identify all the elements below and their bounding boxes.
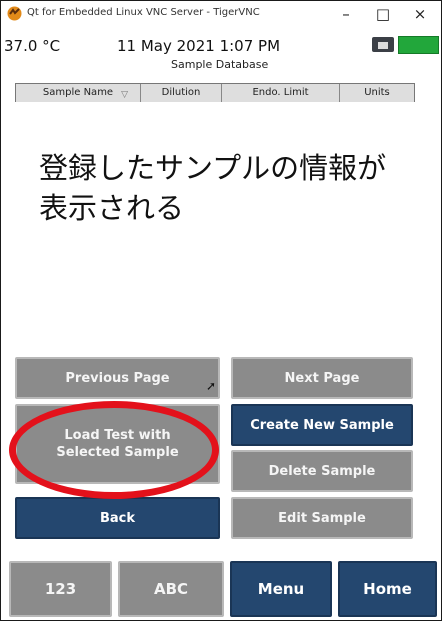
home-button[interactable]: Home [338, 561, 437, 617]
tigervnc-app-icon [7, 6, 22, 21]
back-button[interactable]: Back [15, 497, 220, 539]
column-header-units[interactable]: Units [340, 84, 414, 102]
column-header-endo-limit[interactable]: Endo. Limit [222, 84, 340, 102]
date-time: 11 May 2021 1:07 PM [117, 37, 281, 55]
column-label: Sample Name [42, 87, 114, 98]
edit-sample-button[interactable]: Edit Sample [231, 497, 413, 539]
alpha-keypad-button[interactable]: ABC [118, 561, 224, 617]
highlight-ellipse [9, 401, 219, 499]
close-button[interactable]: × [409, 4, 431, 24]
window-titlebar: Qt for Embedded Linux VNC Server - Tiger… [1, 1, 441, 27]
screen-title: Sample Database [171, 58, 269, 71]
annotation-line-2: 表示される [39, 191, 185, 225]
column-header-sample-name[interactable]: Sample Name ▽ [16, 84, 141, 102]
next-page-button[interactable]: Next Page [231, 357, 413, 399]
vnc-window: Qt for Embedded Linux VNC Server - Tiger… [0, 0, 442, 621]
menu-button[interactable]: Menu [230, 561, 332, 617]
temperature-readout: 37.0 °C [4, 37, 61, 55]
column-header-dilution[interactable]: Dilution [141, 84, 222, 102]
previous-page-button[interactable]: Previous Page [15, 357, 220, 399]
delete-sample-button[interactable]: Delete Sample [231, 450, 413, 492]
mouse-cursor-icon: ➚ [206, 379, 217, 393]
annotation-text: 登録したサンプルの情報が 表示される [39, 148, 386, 228]
window-title: Qt for Embedded Linux VNC Server - Tiger… [27, 7, 260, 18]
status-bar: 37.0 °C 11 May 2021 1:07 PM Sample Datab… [1, 29, 441, 77]
network-icon [372, 37, 394, 52]
battery-icon [398, 36, 439, 54]
maximize-button[interactable]: □ [372, 4, 394, 24]
create-new-sample-button[interactable]: Create New Sample [231, 404, 413, 446]
minimize-button[interactable]: – [335, 4, 357, 24]
annotation-line-1: 登録したサンプルの情報が [39, 151, 387, 185]
sample-table-header: Sample Name ▽ Dilution Endo. Limit Units [15, 83, 415, 103]
numeric-keypad-button[interactable]: 123 [9, 561, 112, 617]
